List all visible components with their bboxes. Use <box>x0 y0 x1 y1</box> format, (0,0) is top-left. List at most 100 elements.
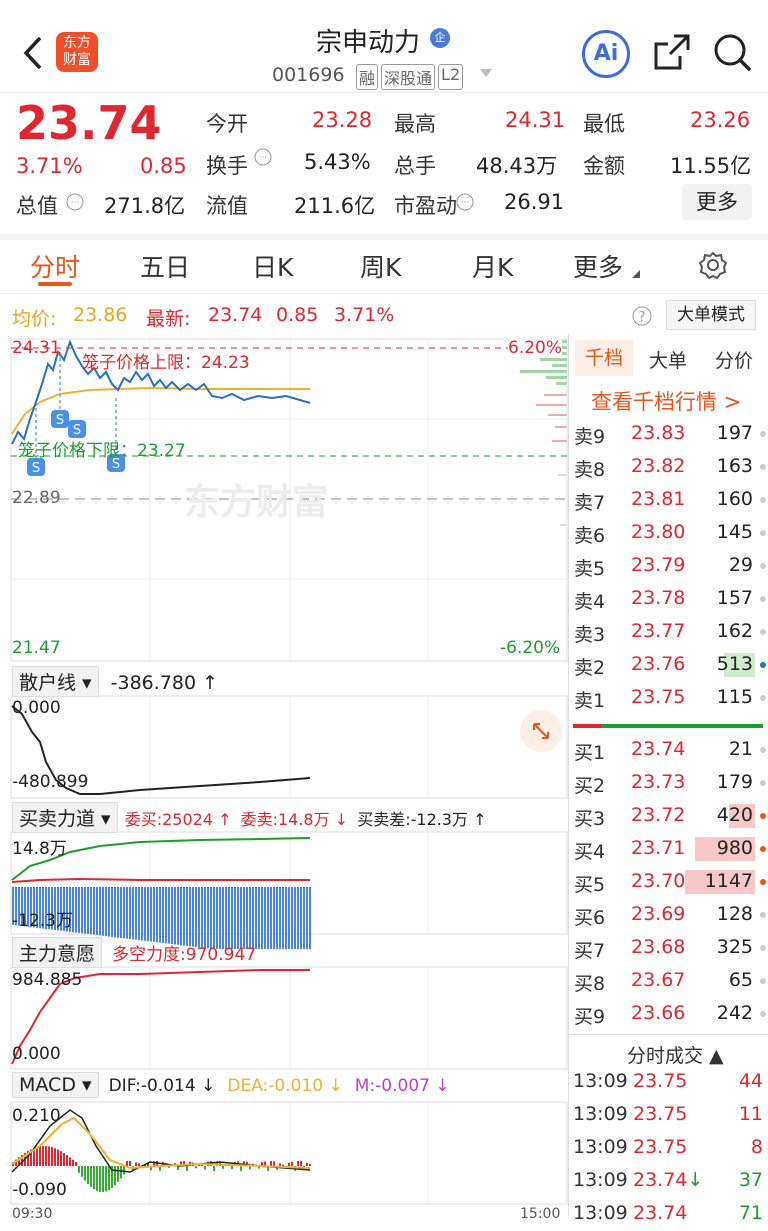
macd-indicator-select[interactable]: MACD ▾ <box>12 1072 99 1098</box>
bid-volume: 21 <box>728 738 753 760</box>
macd-bar <box>51 1147 53 1166</box>
ask-row[interactable]: 卖8 23.82 163 <box>569 451 768 484</box>
diff-bar <box>282 887 284 949</box>
bid-row[interactable]: 买7 23.68 325 <box>569 932 768 965</box>
low-value: 23.26 <box>690 108 751 132</box>
share-icon[interactable] <box>652 32 692 72</box>
ask-volume: 157 <box>716 587 753 609</box>
ask-row[interactable]: 卖9 23.83 197 <box>569 418 768 451</box>
bid-row[interactable]: 买3 23.72 420 <box>569 800 768 833</box>
trades-title[interactable]: 分时成交 ▲ <box>627 1041 724 1068</box>
trade-volume: 37 <box>738 1169 763 1191</box>
pct-low-label: -6.20% <box>500 638 561 658</box>
back-icon[interactable] <box>22 36 44 70</box>
macd-bar <box>75 1161 77 1166</box>
tab-weekly[interactable]: 周K <box>360 248 401 284</box>
macd-bar <box>108 1166 110 1191</box>
indicator-dot <box>760 497 766 503</box>
ask-row[interactable]: 卖7 23.81 160 <box>569 484 768 517</box>
bid-row[interactable]: 买5 23.70 1147 <box>569 866 768 899</box>
diff-bar <box>132 887 134 940</box>
tab-depth[interactable]: 千档 <box>575 340 633 376</box>
info-icon[interactable]: ··· <box>456 193 474 211</box>
macd-bar <box>126 1161 128 1166</box>
macd-bar <box>270 1161 272 1166</box>
bid-row[interactable]: 买1 23.74 21 <box>569 734 768 767</box>
stock-tags: 融 深股通 L2 <box>356 64 464 90</box>
trade-row: 13:09 23.75 8 <box>569 1132 768 1165</box>
depth-link[interactable]: 查看千档行情 > <box>591 386 741 416</box>
macd-bar <box>306 1162 308 1166</box>
ask-row[interactable]: 卖6 23.80 145 <box>569 517 768 550</box>
bid-row[interactable]: 买6 23.69 128 <box>569 899 768 932</box>
bid-row[interactable]: 买4 23.71 980 <box>569 833 768 866</box>
gear-icon[interactable] <box>698 250 728 280</box>
bid-volume: 128 <box>716 903 753 925</box>
ask-price: 23.82 <box>631 455 686 477</box>
ask-row[interactable]: 卖4 23.78 157 <box>569 583 768 616</box>
trade-volume: 71 <box>738 1202 763 1224</box>
ask-row[interactable]: 卖1 23.75 115 <box>569 682 768 715</box>
retail-indicator-select[interactable]: 散户线 ▾ <box>12 666 99 697</box>
more-button[interactable]: 更多 <box>682 184 752 220</box>
diff-bar <box>111 887 113 937</box>
indicator-dot <box>760 464 766 470</box>
big-order-mode-button[interactable]: 大单模式 <box>666 300 756 330</box>
diff-bar <box>141 887 143 941</box>
ask-row[interactable]: 卖3 23.77 162 <box>569 616 768 649</box>
diff-bar <box>99 887 101 936</box>
period-tabs: 分时 五日 日K 周K 月K 更多 <box>0 234 768 294</box>
diff-bar <box>165 887 167 944</box>
tab-daily[interactable]: 日K <box>252 248 293 284</box>
bid-level-label: 买2 <box>574 775 606 797</box>
price-high-label: 24.31 <box>12 338 61 358</box>
tab-more[interactable]: 更多 <box>573 248 623 284</box>
expand-button[interactable] <box>520 710 562 752</box>
dif-value: DIF:-0.014 ↓ <box>108 1076 216 1096</box>
indicator-dot <box>760 813 766 819</box>
buysell-indicator-select[interactable]: 买卖力道 ▾ <box>12 802 118 833</box>
ask-row[interactable]: 卖5 23.79 29 <box>569 550 768 583</box>
macd-bar <box>297 1161 299 1166</box>
tag-margin: 融 <box>356 64 379 90</box>
amount-value: 11.55亿 <box>670 154 752 178</box>
retail-panel-frame <box>10 695 568 799</box>
bid-volume: 980 <box>716 837 753 859</box>
bid-level-label: 买4 <box>574 841 606 863</box>
svg-text:S: S <box>32 461 40 476</box>
tab-price-dist[interactable]: 分价 <box>715 346 753 373</box>
diff-bar <box>276 887 278 949</box>
bid-row[interactable]: 买2 23.73 179 <box>569 767 768 800</box>
ai-button[interactable]: Ai <box>582 30 630 78</box>
info-icon[interactable]: ··· <box>254 148 272 166</box>
intraday-chart-area: 东方财富 S S S S 24.31 22.89 21.47 6.20% -6.… <box>0 294 568 1222</box>
help-icon[interactable]: ? <box>632 306 652 326</box>
main-indicator-select[interactable]: 主力意愿 <box>12 937 103 968</box>
bid-row[interactable]: 买8 23.67 65 <box>569 965 768 998</box>
tab-big-order[interactable]: 大单 <box>649 346 687 373</box>
diff-bar <box>144 887 146 941</box>
search-icon[interactable] <box>712 32 754 74</box>
macd-bar <box>87 1166 89 1184</box>
ask-row[interactable]: 卖2 23.76 513 <box>569 649 768 682</box>
diff-bar <box>78 887 80 933</box>
retail-indicator-header: 散户线 ▾ -386.780 ↑ <box>12 666 218 697</box>
stock-code: 001696 <box>272 64 345 86</box>
diff-bar <box>156 887 158 943</box>
chevron-down-icon[interactable] <box>480 69 492 77</box>
trade-time: 13:09 <box>573 1103 628 1125</box>
trade-price: 23.75 <box>633 1136 688 1158</box>
tab-monthly[interactable]: 月K <box>472 248 513 284</box>
info-icon[interactable]: ··· <box>66 193 84 211</box>
macd-bar <box>273 1161 275 1166</box>
bid-row[interactable]: 买9 23.66 242 <box>569 998 768 1031</box>
tab-intraday[interactable]: 分时 <box>30 248 80 284</box>
trade-time: 13:09 <box>573 1070 628 1092</box>
tab-5day[interactable]: 五日 <box>140 248 190 284</box>
diff-bar <box>105 887 107 937</box>
macd-bar <box>48 1146 50 1166</box>
bid-price: 23.66 <box>631 1002 686 1024</box>
float-value: 211.6亿 <box>294 194 376 218</box>
diff-bar <box>93 887 95 935</box>
diff-bar <box>171 887 173 945</box>
